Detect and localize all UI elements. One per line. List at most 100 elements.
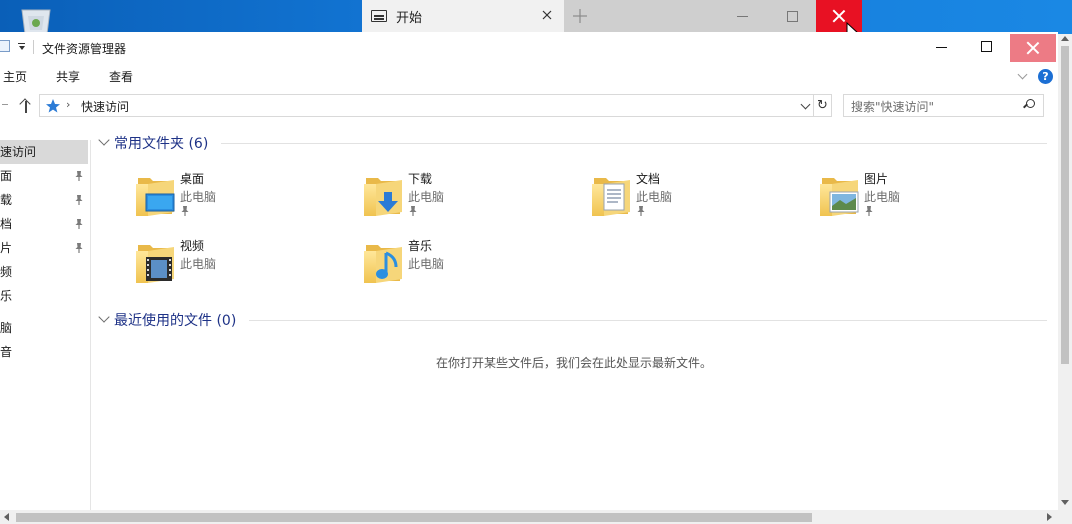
recent-files-header[interactable]: 最近使用的文件 (0): [97, 309, 1047, 331]
breadcrumb-chevron-icon[interactable]: ›: [66, 98, 70, 111]
nav-item-network[interactable]: 音: [0, 340, 88, 364]
folder-documents[interactable]: 文档 此电脑: [590, 170, 800, 226]
music-folder-icon: [364, 245, 402, 283]
tab-share[interactable]: 共享: [56, 68, 80, 85]
folder-downloads[interactable]: 下载 此电脑: [362, 170, 572, 226]
minimize-button[interactable]: [935, 39, 949, 57]
navigation-pane: 速访问 面 载 档 片 频 乐 脑 音: [0, 140, 91, 510]
folder-location: 此电脑: [408, 190, 445, 204]
navigation-bar: › 快速访问 ↻ 搜索"快速访问": [0, 92, 1058, 120]
outer-maximize-button[interactable]: [787, 11, 798, 22]
nav-item-downloads[interactable]: 载: [0, 188, 88, 212]
folder-location: 此电脑: [636, 190, 673, 204]
scroll-right-icon[interactable]: [1047, 513, 1052, 521]
scroll-down-icon[interactable]: [1061, 500, 1069, 505]
nav-item-documents[interactable]: 档: [0, 212, 88, 236]
tab-home[interactable]: 主页: [3, 68, 27, 85]
nav-item-pictures[interactable]: 片: [0, 236, 88, 260]
nav-item-music[interactable]: 乐: [0, 284, 88, 308]
nav-item-desktop[interactable]: 面: [0, 164, 88, 188]
breadcrumb-location[interactable]: 快速访问: [81, 98, 129, 115]
folder-videos[interactable]: 视频 此电脑: [134, 237, 344, 293]
search-input[interactable]: 搜索"快速访问": [843, 94, 1044, 117]
folder-desktop[interactable]: 桌面 此电脑: [134, 170, 344, 226]
folder-location: 此电脑: [180, 190, 217, 204]
pin-icon: [408, 205, 418, 217]
folder-location: 此电脑: [180, 257, 217, 271]
nav-item-quick-access[interactable]: 速访问: [0, 140, 88, 164]
new-tab-icon[interactable]: [569, 5, 591, 27]
recycle-bin-icon[interactable]: [16, 6, 56, 34]
refresh-button[interactable]: ↻: [814, 94, 832, 117]
up-arrow-icon[interactable]: [19, 98, 33, 114]
folder-location: 此电脑: [864, 190, 901, 204]
nav-item-videos[interactable]: 频: [0, 260, 88, 284]
outer-minimize-button[interactable]: [736, 7, 750, 25]
search-icon[interactable]: [1023, 99, 1035, 111]
folder-pictures[interactable]: 图片 此电脑: [818, 170, 1028, 226]
ribbon-tabs: 主页 共享 查看 ?: [0, 62, 1058, 90]
help-icon[interactable]: ?: [1038, 69, 1053, 84]
folder-name: 音乐: [408, 239, 433, 253]
tab-title: 开始: [396, 10, 423, 26]
horizontal-scrollbar[interactable]: [0, 510, 1072, 524]
pin-icon: [864, 205, 874, 217]
pin-icon: [74, 218, 84, 230]
close-icon: [1026, 41, 1040, 55]
vertical-scrollbar[interactable]: [1058, 34, 1072, 510]
folder-location: 此电脑: [408, 257, 445, 271]
search-placeholder: 搜索"快速访问": [851, 100, 935, 114]
section-divider: [249, 320, 1047, 321]
close-icon: [832, 9, 846, 23]
nav-item-label: 乐: [0, 289, 13, 303]
outer-window-tab-strip: 开始: [362, 0, 862, 32]
tab-start[interactable]: 开始: [362, 0, 564, 32]
section-title: 最近使用的文件 (0): [114, 313, 237, 329]
section-title: 常用文件夹 (6): [114, 136, 209, 152]
tab-view[interactable]: 查看: [109, 68, 133, 85]
nav-item-label: 音: [0, 345, 13, 359]
section-divider: [221, 143, 1047, 144]
pin-icon: [74, 170, 84, 182]
quick-access-toolbar-dropdown-icon[interactable]: [18, 43, 26, 51]
documents-folder-icon: [592, 178, 630, 216]
videos-folder-icon: [136, 245, 174, 283]
desktop-folder-icon: [136, 178, 175, 216]
pin-icon: [74, 194, 84, 206]
chevron-down-icon[interactable]: [98, 134, 110, 146]
folder-name: 下载: [408, 172, 433, 186]
folder-name: 文档: [636, 172, 661, 186]
folder-name: 图片: [864, 172, 889, 186]
window-icon: [371, 10, 387, 22]
address-bar[interactable]: › 快速访问: [39, 94, 814, 117]
folder-name: 视频: [180, 239, 205, 253]
empty-recent-message: 在你打开某些文件后，我们会在此处显示最新文件。: [436, 356, 713, 370]
expand-ribbon-icon[interactable]: [1018, 71, 1028, 81]
frequent-folders-header[interactable]: 常用文件夹 (6): [97, 132, 1047, 154]
folder-app-icon: [0, 40, 10, 52]
nav-item-label: 频: [0, 265, 13, 279]
address-history-dropdown-icon[interactable]: [802, 101, 810, 109]
scroll-left-icon[interactable]: [4, 513, 9, 521]
window-title: 文件资源管理器: [42, 42, 127, 56]
vertical-scroll-thumb[interactable]: [1061, 46, 1069, 364]
pin-icon: [636, 205, 646, 217]
scroll-up-icon[interactable]: [1061, 36, 1069, 41]
titlebar-divider: [33, 40, 34, 54]
maximize-button[interactable]: [981, 41, 992, 52]
close-button[interactable]: [1010, 34, 1056, 62]
nav-item-label: 载: [0, 193, 13, 207]
horizontal-scroll-thumb[interactable]: [16, 513, 812, 522]
nav-item-label: 面: [0, 169, 13, 183]
nav-item-label: 脑: [0, 321, 13, 335]
tab-close-icon[interactable]: [540, 8, 554, 22]
nav-item-this-pc[interactable]: 脑: [0, 316, 88, 340]
folder-music[interactable]: 音乐 此电脑: [362, 237, 572, 293]
nav-item-label: 片: [0, 241, 13, 255]
star-icon: [46, 99, 60, 113]
recent-locations-icon[interactable]: [2, 104, 8, 105]
pin-icon: [74, 242, 84, 254]
chevron-down-icon[interactable]: [98, 311, 110, 323]
explorer-title-bar: 文件资源管理器: [0, 32, 1058, 62]
pictures-folder-icon: [820, 178, 859, 216]
